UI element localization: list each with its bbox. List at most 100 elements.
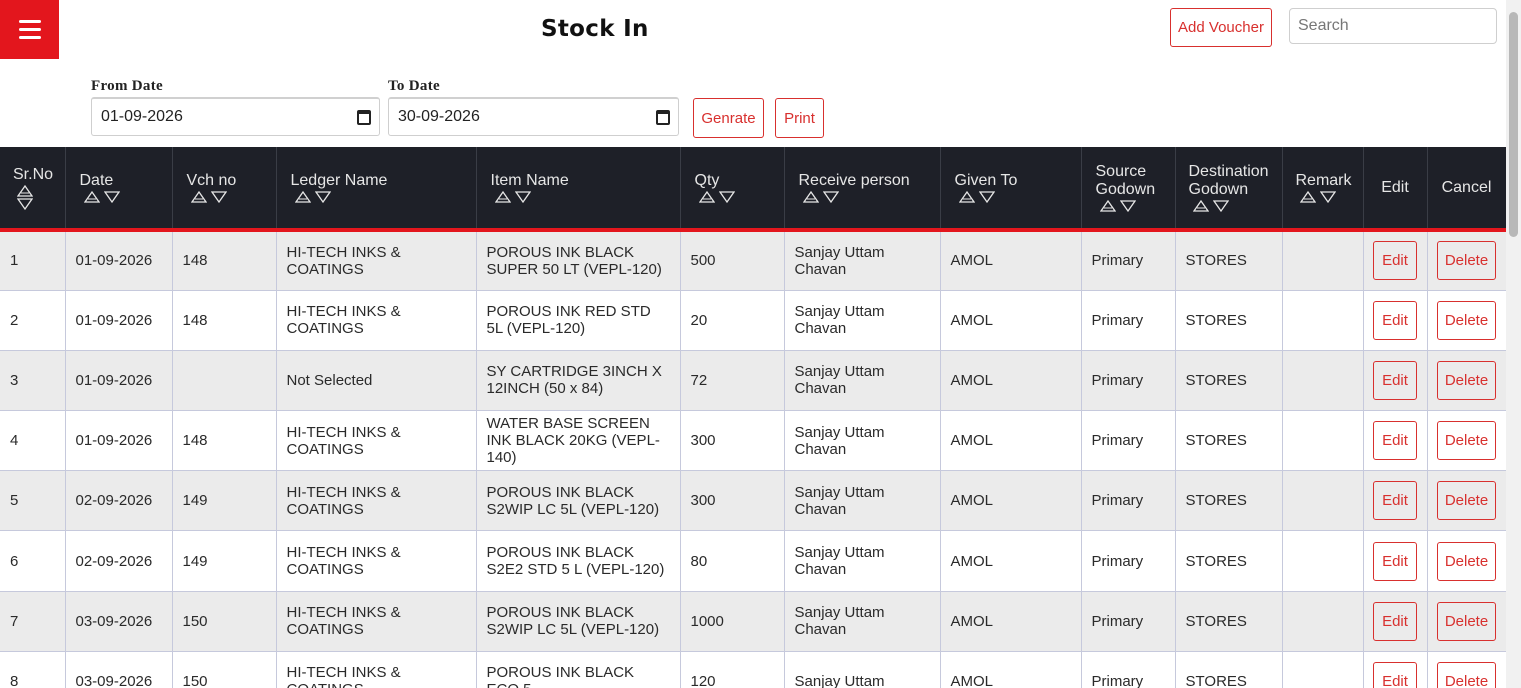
- cell-item: POROUS INK BLACK S2WIP LC 5L (VEPL-120): [476, 591, 681, 652]
- col-edit: Edit: [1363, 147, 1428, 232]
- cell-item: POROUS INK BLACK S2E2 STD 5 L (VEPL-120): [476, 530, 681, 592]
- cell-item: WATER BASE SCREEN INK BLACK 20KG (VEPL-1…: [476, 410, 681, 472]
- cell-given: AMOL: [940, 470, 1082, 532]
- cell-receive: Sanjay Uttam Chavan: [784, 591, 941, 652]
- col-dest[interactable]: Destination Godown: [1175, 147, 1283, 232]
- sort-asc-icon[interactable]: [494, 191, 511, 203]
- col-source[interactable]: Source Godown: [1081, 147, 1176, 232]
- sort-asc-icon[interactable]: [1192, 200, 1209, 212]
- delete-button[interactable]: Delete: [1437, 601, 1496, 641]
- cell-edit: Edit: [1363, 410, 1428, 472]
- cell-edit: Edit: [1363, 591, 1428, 652]
- sort-desc-icon[interactable]: [822, 191, 839, 203]
- generate-button[interactable]: Genrate: [693, 98, 764, 138]
- menu-icon: [18, 20, 41, 39]
- calendar-icon[interactable]: [656, 109, 670, 125]
- from-date-value: 01-09-2026: [101, 108, 183, 125]
- edit-button[interactable]: Edit: [1373, 541, 1417, 581]
- cell-cancel: Delete: [1427, 530, 1507, 592]
- cell-remark: [1282, 591, 1364, 652]
- edit-button[interactable]: Edit: [1373, 241, 1417, 281]
- edit-button[interactable]: Edit: [1373, 601, 1417, 641]
- table-row: 4 01-09-2026 148 HI-TECH INKS & COATINGS WAT…: [0, 410, 1507, 472]
- sort-asc-icon[interactable]: [294, 191, 311, 203]
- cell-dest: STORES: [1175, 591, 1283, 652]
- col-ledger[interactable]: Ledger Name: [276, 147, 477, 232]
- delete-button[interactable]: Delete: [1437, 300, 1496, 340]
- col-receive[interactable]: Receive person: [784, 147, 941, 232]
- delete-button[interactable]: Delete: [1437, 541, 1496, 581]
- col-qty[interactable]: Qty: [680, 147, 785, 232]
- sort-asc-icon[interactable]: [1099, 200, 1116, 212]
- cell-given: AMOL: [940, 350, 1082, 412]
- sort-desc-icon[interactable]: [314, 191, 331, 203]
- to-date-input[interactable]: 30-09-2026: [388, 97, 679, 136]
- sort-asc-icon[interactable]: [83, 191, 100, 203]
- sort-asc-icon[interactable]: [17, 184, 33, 197]
- sort-asc-icon[interactable]: [190, 191, 207, 203]
- sort-asc-icon[interactable]: [698, 191, 715, 203]
- sort-desc-icon[interactable]: [210, 191, 227, 203]
- cell-sr: 7: [0, 591, 66, 652]
- cell-remark: [1282, 530, 1364, 592]
- table-row: 3 01-09-2026 Not Selected SY CARTRIDGE 3INC…: [0, 350, 1507, 412]
- sort-asc-icon[interactable]: [958, 191, 975, 203]
- cell-receive: Sanjay Uttam Chavan: [784, 230, 941, 291]
- delete-button[interactable]: Delete: [1437, 360, 1496, 400]
- sort-desc-icon[interactable]: [17, 197, 33, 210]
- sort-desc-icon[interactable]: [718, 191, 735, 203]
- cell-qty: 80: [680, 530, 785, 592]
- sort-asc-icon[interactable]: [802, 191, 819, 203]
- delete-button[interactable]: Delete: [1437, 421, 1496, 461]
- cell-vch: 148: [172, 290, 277, 351]
- cell-edit: Edit: [1363, 470, 1428, 532]
- sort-desc-icon[interactable]: [514, 191, 531, 203]
- cell-dest: STORES: [1175, 230, 1283, 291]
- col-srno[interactable]: Sr.No: [0, 147, 66, 232]
- edit-button[interactable]: Edit: [1373, 300, 1417, 340]
- col-remark[interactable]: Remark: [1282, 147, 1364, 232]
- scrollbar-thumb[interactable]: [1509, 12, 1518, 237]
- sort-desc-icon[interactable]: [103, 191, 120, 203]
- cell-vch: 150: [172, 651, 277, 688]
- sort-desc-icon[interactable]: [978, 191, 995, 203]
- delete-button[interactable]: Delete: [1437, 481, 1496, 521]
- col-srno-label: Sr.No: [13, 165, 54, 183]
- edit-button[interactable]: Edit: [1373, 360, 1417, 400]
- col-item[interactable]: Item Name: [476, 147, 681, 232]
- cell-item: POROUS INK RED STD 5L (VEPL-120): [476, 290, 681, 351]
- calendar-icon[interactable]: [357, 109, 371, 125]
- cell-remark: [1282, 410, 1364, 472]
- delete-button[interactable]: Delete: [1437, 241, 1496, 281]
- col-date[interactable]: Date: [65, 147, 173, 232]
- cell-qty: 20: [680, 290, 785, 351]
- edit-button[interactable]: Edit: [1373, 661, 1417, 688]
- vertical-scrollbar[interactable]: [1506, 0, 1521, 688]
- col-vch-label: Vch no: [186, 172, 237, 189]
- add-voucher-button[interactable]: Add Voucher: [1170, 8, 1272, 47]
- cell-cancel: Delete: [1427, 290, 1507, 351]
- print-button[interactable]: Print: [775, 98, 824, 138]
- col-vch[interactable]: Vch no: [172, 147, 277, 232]
- cell-item: SY CARTRIDGE 3INCH X 12INCH (50 x 84): [476, 350, 681, 412]
- col-qty-label: Qty: [694, 172, 720, 189]
- cell-vch: 148: [172, 230, 277, 291]
- from-date-input[interactable]: 01-09-2026: [91, 97, 380, 136]
- cell-given: AMOL: [940, 230, 1082, 291]
- sort-desc-icon[interactable]: [1119, 200, 1136, 212]
- edit-button[interactable]: Edit: [1373, 421, 1417, 461]
- delete-button[interactable]: Delete: [1437, 661, 1496, 688]
- table-row: 803-09-2026150HI-TECH INKS & COATINGSPOR…: [0, 651, 1507, 688]
- hamburger-menu-button[interactable]: [0, 0, 59, 59]
- cell-sr: 6: [0, 530, 66, 592]
- sort-desc-icon[interactable]: [1319, 191, 1336, 203]
- col-given[interactable]: Given To: [940, 147, 1082, 232]
- cell-dest: STORES: [1175, 530, 1283, 592]
- col-cancel-label: Cancel: [1441, 178, 1492, 196]
- cell-edit: Edit: [1363, 530, 1428, 592]
- sort-desc-icon[interactable]: [1212, 200, 1229, 212]
- cell-receive: Sanjay Uttam: [784, 651, 941, 688]
- sort-asc-icon[interactable]: [1299, 191, 1316, 203]
- edit-button[interactable]: Edit: [1373, 481, 1417, 521]
- search-input[interactable]: [1289, 8, 1497, 44]
